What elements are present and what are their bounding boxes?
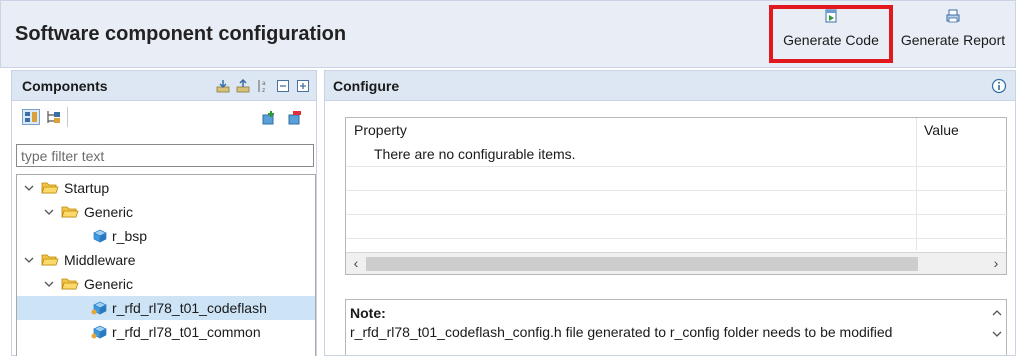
tree-item-r-rfd-rl78-t01-codeflash[interactable]: r_rfd_rl78_t01_codeflash: [17, 296, 315, 320]
generate-report-icon: [946, 9, 960, 23]
scroll-up-icon: [992, 310, 1002, 316]
info-icon[interactable]: [991, 78, 1007, 94]
tree-item-r-bsp[interactable]: r_bsp: [17, 224, 315, 248]
tree-item-label: r_rfd_rl78_t01_codeflash: [112, 300, 267, 316]
editor-header: Software component configuration Generat…: [0, 0, 1016, 68]
component-icon: [91, 301, 107, 315]
configure-panel-title: Configure: [333, 78, 400, 94]
column-header-value[interactable]: Value: [924, 122, 959, 138]
empty-message: There are no configurable items.: [374, 146, 576, 162]
configure-panel-header: Configure: [325, 71, 1015, 101]
scroll-right-icon[interactable]: ›: [989, 255, 1003, 271]
scrollbar-thumb[interactable]: [366, 257, 918, 271]
components-panel-header: Components a z: [12, 71, 316, 101]
row-divider: [346, 166, 1008, 167]
tree-item-label: Startup: [64, 180, 110, 196]
hierarchy-view-icon[interactable]: [44, 109, 62, 125]
expand-all-icon[interactable]: [296, 79, 310, 93]
row-divider: [346, 190, 1008, 191]
svg-text:a: a: [262, 80, 266, 87]
folder-open-icon: [61, 206, 79, 218]
configure-panel: Configure Property Value There are no co…: [324, 70, 1016, 356]
collapse-all-icon[interactable]: [276, 79, 290, 93]
generate-code-label: Generate Code: [783, 32, 879, 48]
components-tree: Startup Generic r_bsp Middleware Generic…: [16, 174, 316, 356]
chevron-down-icon[interactable]: [23, 182, 35, 194]
generate-report-button[interactable]: Generate Report: [894, 5, 1012, 61]
column-divider: [916, 118, 917, 250]
row-divider: [346, 238, 1008, 239]
remove-component-icon[interactable]: [236, 79, 250, 93]
component-icon: [93, 229, 107, 243]
property-table: Property Value There are no configurable…: [345, 117, 1008, 275]
horizontal-scrollbar[interactable]: ‹ ›: [346, 252, 1006, 274]
components-view-toolbar: [12, 101, 316, 135]
filter-input[interactable]: [16, 144, 314, 167]
sort-az-icon[interactable]: a z: [256, 79, 270, 93]
scroll-left-icon[interactable]: ‹: [349, 255, 363, 271]
page-title: Software component configuration: [15, 23, 347, 45]
components-panel-title: Components: [22, 78, 108, 94]
chevron-down-icon[interactable]: [23, 254, 35, 266]
category-view-icon[interactable]: [22, 109, 40, 125]
folder-open-icon: [61, 278, 79, 290]
tree-item-middleware[interactable]: Middleware: [17, 248, 315, 272]
tree-item-generic[interactable]: Generic: [17, 272, 315, 296]
generate-code-button[interactable]: Generate Code: [771, 5, 891, 61]
note-area: Note: r_rfd_rl78_t01_codeflash_config.h …: [345, 299, 1007, 356]
tree-item-label: Middleware: [64, 252, 136, 268]
svg-text:z: z: [262, 87, 265, 93]
toolbar-separator: [67, 107, 68, 127]
column-header-property[interactable]: Property: [354, 122, 407, 138]
generate-report-label: Generate Report: [900, 32, 1006, 48]
remove-icon[interactable]: [286, 110, 302, 126]
generate-code-icon: [825, 9, 837, 23]
tree-item-r-rfd-rl78-t01-common[interactable]: r_rfd_rl78_t01_common: [17, 320, 315, 344]
note-text: r_rfd_rl78_t01_codeflash_config.h file g…: [350, 324, 893, 340]
tree-item-startup[interactable]: Startup: [17, 176, 315, 200]
tree-item-label: r_bsp: [112, 228, 148, 244]
scroll-down-icon: [992, 331, 1002, 337]
chevron-down-icon[interactable]: [43, 206, 55, 218]
tree-item-label: Generic: [84, 204, 134, 220]
note-scrollbar[interactable]: [990, 306, 1004, 356]
tree-item-label: r_rfd_rl78_t01_common: [112, 324, 261, 340]
row-divider: [346, 214, 1008, 215]
folder-open-icon: [41, 254, 59, 266]
component-icon: [91, 325, 107, 339]
add-icon[interactable]: [260, 110, 276, 126]
tree-item-generic[interactable]: Generic: [17, 200, 315, 224]
tree-item-label: Generic: [84, 276, 134, 292]
folder-open-icon: [41, 182, 59, 194]
add-component-icon[interactable]: [216, 79, 230, 93]
chevron-down-icon[interactable]: [43, 278, 55, 290]
note-label: Note:: [350, 305, 386, 321]
